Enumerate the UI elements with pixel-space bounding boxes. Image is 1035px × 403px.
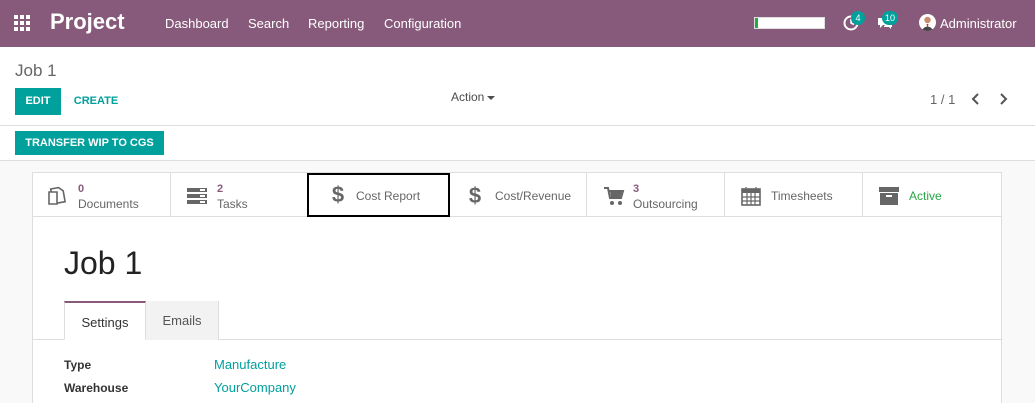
menu-configuration[interactable]: Configuration: [384, 16, 461, 31]
form-statusbar: TRANSFER WIP TO CGS: [0, 126, 1035, 161]
active-label: Active: [909, 189, 942, 203]
documents-count: 0: [78, 183, 85, 195]
tab-emails[interactable]: Emails: [146, 301, 219, 340]
tasks-smart-button[interactable]: 2 Tasks: [171, 173, 308, 217]
menu-reporting[interactable]: Reporting: [308, 16, 364, 31]
activity-badge: 4: [851, 11, 865, 25]
timesheets-label: Timesheets: [771, 189, 833, 203]
tasks-count: 2: [217, 183, 224, 195]
smart-button-box: 0 Documents 2 Tasks $ Cost Report $ Cost…: [33, 173, 1001, 217]
chevron-right-icon[interactable]: [995, 90, 1011, 108]
field-value-warehouse[interactable]: YourCompany: [214, 380, 296, 395]
documents-label: Documents: [78, 197, 139, 211]
messages-badge: 10: [882, 11, 899, 25]
svg-text:$: $: [332, 184, 344, 206]
top-navbar: Project Dashboard Search Reporting Confi…: [0, 0, 1035, 47]
tasks-label: Tasks: [217, 197, 248, 211]
breadcrumb: Job 1: [15, 61, 57, 80]
user-avatar[interactable]: [919, 14, 936, 31]
caret-down-icon: [487, 95, 496, 100]
archive-icon: [879, 187, 899, 205]
create-button[interactable]: CREATE: [70, 88, 122, 115]
control-panel: Job 1 EDIT CREATE Action 1 / 1: [0, 47, 1035, 126]
timesheets-smart-button[interactable]: Timesheets: [725, 173, 863, 217]
tab-settings[interactable]: Settings: [64, 301, 146, 340]
menu-search[interactable]: Search: [248, 16, 289, 31]
chevron-left-icon[interactable]: [968, 90, 984, 108]
form-sheet: 0 Documents 2 Tasks $ Cost Report $ Cost…: [32, 172, 1002, 403]
documents-icon: [48, 186, 67, 205]
field-label-type: Type: [64, 358, 92, 372]
transfer-wip-button[interactable]: TRANSFER WIP TO CGS: [15, 131, 164, 155]
cost-revenue-smart-button[interactable]: $ Cost/Revenue: [448, 173, 587, 217]
action-label: Action: [451, 90, 485, 104]
cart-icon: [604, 187, 625, 205]
menu-dashboard[interactable]: Dashboard: [165, 16, 229, 31]
tasks-icon: [187, 188, 207, 204]
field-value-type[interactable]: Manufacture: [214, 357, 286, 372]
notebook-tabs: Settings Emails: [33, 301, 1001, 340]
edit-button[interactable]: EDIT: [15, 88, 61, 115]
outsourcing-label: Outsourcing: [633, 197, 698, 211]
cost-report-label: Cost Report: [356, 189, 421, 203]
cost-report-smart-button[interactable]: $ Cost Report: [307, 173, 450, 217]
calendar-icon: [741, 187, 761, 206]
outsourcing-smart-button[interactable]: 3 Outsourcing: [587, 173, 725, 217]
field-label-warehouse: Warehouse: [64, 381, 129, 395]
record-title: Job 1: [64, 245, 143, 281]
active-toggle-button[interactable]: Active: [863, 173, 1001, 217]
onboarding-progress-bar[interactable]: [754, 17, 825, 29]
cost-revenue-label: Cost/Revenue: [495, 189, 572, 203]
dollar-icon: $: [332, 184, 344, 206]
svg-text:$: $: [469, 185, 481, 207]
outsourcing-count: 3: [633, 183, 640, 195]
dollar-icon: $: [469, 185, 481, 207]
apps-grid-icon[interactable]: [14, 15, 32, 33]
user-name[interactable]: Administrator: [940, 16, 1017, 31]
pager-value[interactable]: 1 / 1: [930, 92, 955, 107]
app-brand[interactable]: Project: [50, 9, 125, 35]
documents-smart-button[interactable]: 0 Documents: [33, 173, 171, 217]
action-dropdown[interactable]: Action: [451, 90, 496, 104]
